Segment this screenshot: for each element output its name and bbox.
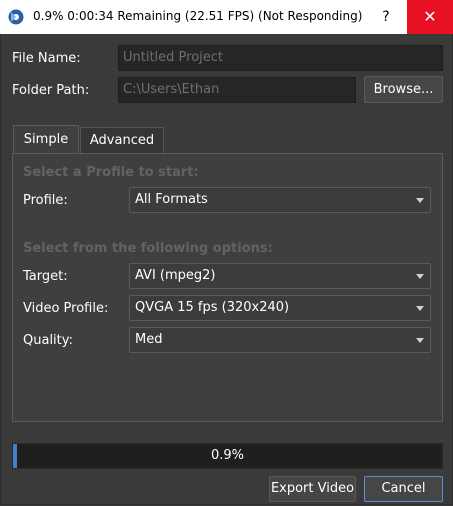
target-value: AVI (mpeg2) xyxy=(135,268,216,283)
browse-button[interactable]: Browse... xyxy=(364,76,443,103)
chevron-down-icon xyxy=(416,306,424,311)
folder-path-field[interactable]: C:\Users\Ethan xyxy=(118,77,356,103)
target-label: Target: xyxy=(23,269,68,284)
tab-simple[interactable]: Simple xyxy=(13,125,79,154)
file-name-label: File Name: xyxy=(12,51,81,66)
progress-text: 0.9% xyxy=(210,448,245,463)
quality-value: Med xyxy=(135,332,163,347)
chevron-down-icon xyxy=(416,198,424,203)
export-video-button[interactable]: Export Video xyxy=(269,476,356,502)
close-button[interactable]: ✕ xyxy=(407,0,453,34)
tab-advanced[interactable]: Advanced xyxy=(80,127,164,153)
openshot-app-icon xyxy=(8,9,24,25)
quality-dropdown[interactable]: Med xyxy=(129,327,431,353)
simple-tab-panel: Select a Profile to start: Profile: All … xyxy=(12,153,443,422)
quality-label: Quality: xyxy=(23,333,73,348)
chevron-down-icon xyxy=(416,338,424,343)
profile-value: All Formats xyxy=(135,192,208,207)
profile-label: Profile: xyxy=(23,193,68,208)
section-profile-heading: Select a Profile to start: xyxy=(23,165,199,180)
video-profile-label: Video Profile: xyxy=(23,301,109,316)
section-options-heading: Select from the following options: xyxy=(23,241,273,256)
window-title: 0.9% 0:00:34 Remaining (22.51 FPS) (Not … xyxy=(33,9,363,23)
target-dropdown[interactable]: AVI (mpeg2) xyxy=(129,263,431,289)
help-button[interactable]: ? xyxy=(370,0,402,34)
export-progress-bar: 0.9% xyxy=(12,443,443,469)
cancel-button[interactable]: Cancel xyxy=(364,476,443,502)
chevron-down-icon xyxy=(416,274,424,279)
profile-dropdown[interactable]: All Formats xyxy=(129,187,431,213)
title-bar[interactable]: 0.9% 0:00:34 Remaining (22.51 FPS) (Not … xyxy=(0,0,453,34)
file-name-field[interactable]: Untitled Project xyxy=(118,45,443,71)
folder-path-label: Folder Path: xyxy=(12,83,90,98)
video-profile-value: QVGA 15 fps (320x240) xyxy=(135,300,290,315)
video-profile-dropdown[interactable]: QVGA 15 fps (320x240) xyxy=(129,295,431,321)
